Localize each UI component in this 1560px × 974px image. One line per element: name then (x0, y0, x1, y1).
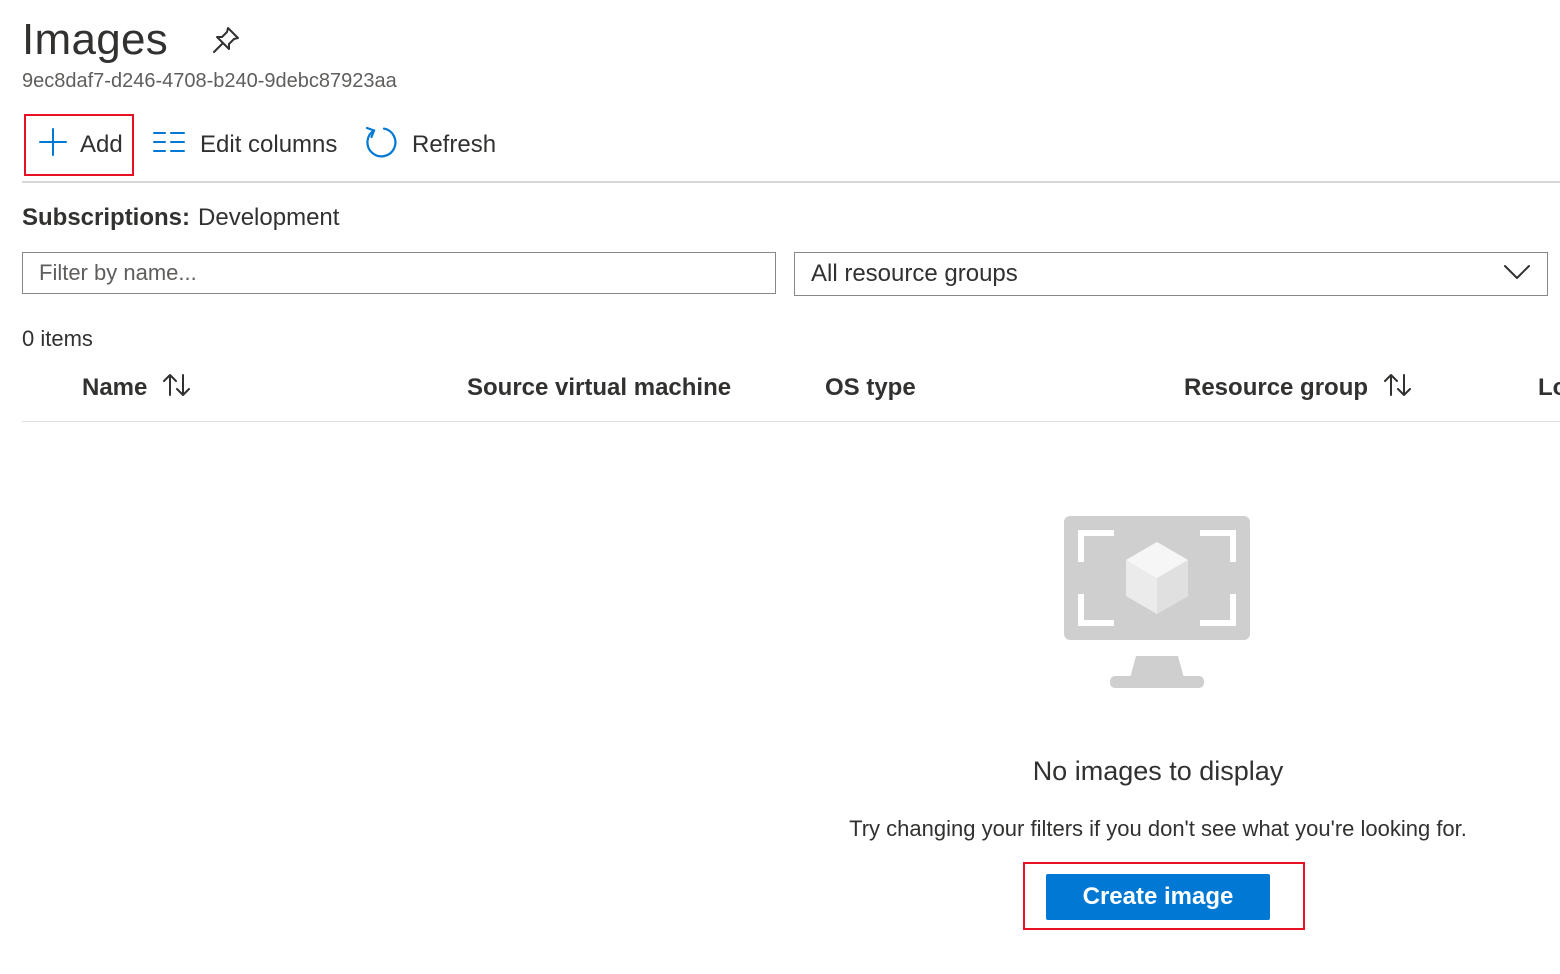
resource-group-selected: All resource groups (811, 260, 1018, 287)
edit-columns-label: Edit columns (200, 131, 338, 158)
refresh-button[interactable]: Refresh (362, 114, 496, 176)
column-header-label: Resource group (1184, 374, 1369, 401)
sort-icon (1382, 371, 1414, 406)
pin-icon[interactable] (208, 22, 244, 58)
page-title: Images (22, 15, 169, 64)
column-header-label: Lo (1538, 374, 1560, 401)
column-header-label: OS type (825, 374, 916, 401)
create-image-button[interactable]: Create image (1046, 874, 1270, 920)
subscription-label: Subscriptions: (22, 204, 191, 231)
edit-columns-button[interactable]: Edit columns (152, 114, 337, 176)
refresh-icon (362, 124, 398, 167)
list-columns-icon (152, 130, 186, 161)
subscription-value[interactable]: Development (198, 204, 339, 231)
column-header-source-vm[interactable]: Source virtual machine (467, 372, 731, 404)
item-count: 0 items (22, 326, 93, 351)
vm-image-icon (1064, 516, 1250, 690)
add-button[interactable]: Add (24, 114, 134, 176)
grid-header-divider (22, 421, 1560, 422)
column-header-os-type[interactable]: OS type (825, 372, 916, 404)
toolbar-divider (22, 181, 1560, 183)
add-button-label: Add (80, 131, 123, 158)
column-header-label: Source virtual machine (467, 374, 732, 401)
column-header-label: Name (82, 374, 148, 401)
refresh-label: Refresh (412, 131, 497, 158)
filter-by-name-input[interactable] (22, 252, 776, 294)
chevron-down-icon (1503, 260, 1531, 288)
empty-state-title: No images to display (1032, 756, 1284, 786)
subscription-filter: Subscriptions: Development (22, 204, 339, 232)
plus-icon (38, 127, 68, 164)
empty-state-description: Try changing your filters if you don't s… (849, 816, 1467, 841)
column-header-name[interactable]: Name (82, 372, 193, 404)
subscription-id: 9ec8daf7-d246-4708-b240-9debc87923aa (22, 70, 397, 92)
column-header-location[interactable]: Lo (1538, 372, 1560, 404)
resource-group-dropdown[interactable]: All resource groups (794, 252, 1548, 296)
column-header-resource-group[interactable]: Resource group (1184, 372, 1414, 404)
sort-icon (161, 371, 193, 406)
